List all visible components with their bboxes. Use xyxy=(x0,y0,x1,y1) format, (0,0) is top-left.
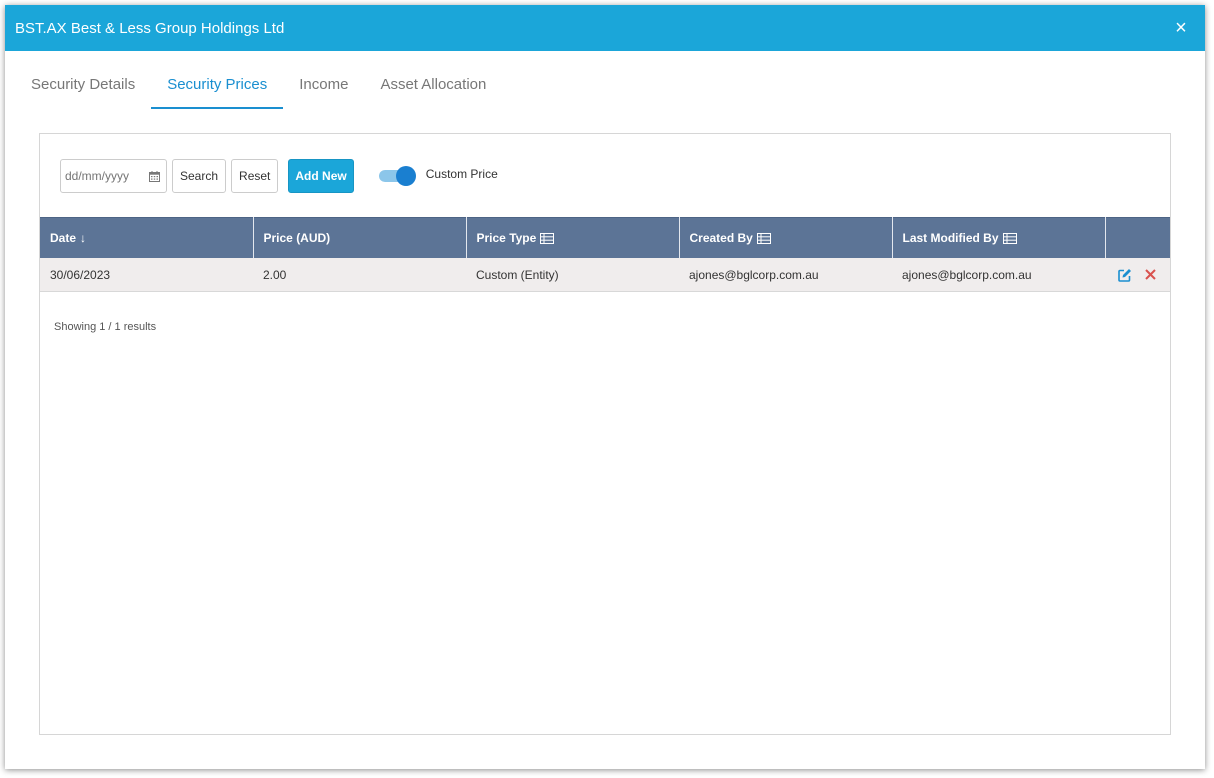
prices-toolbar: Search Reset Add New Custom Price xyxy=(60,159,498,193)
close-icon[interactable]: × xyxy=(1171,18,1191,38)
dialog-title: BST.AX Best & Less Group Holdings Ltd xyxy=(15,19,285,37)
prices-table: Date↓ Price (AUD) Price Type Created By xyxy=(40,217,1170,292)
column-label-created-by: Created By xyxy=(689,231,753,245)
tab-security-prices[interactable]: Security Prices xyxy=(151,71,284,109)
column-label-price: Price (AUD) xyxy=(263,231,331,245)
column-header-created-by[interactable]: Created By xyxy=(679,217,893,258)
column-filter-icon[interactable] xyxy=(540,232,555,244)
security-prices-panel: Search Reset Add New Custom Price Date↓ xyxy=(39,133,1171,735)
column-filter-icon[interactable] xyxy=(756,232,771,244)
date-field[interactable] xyxy=(65,169,145,183)
results-count: Showing 1 / 1 results xyxy=(54,321,157,333)
custom-price-toggle[interactable] xyxy=(378,166,417,186)
tab-income[interactable]: Income xyxy=(283,71,364,109)
column-label-price-type: Price Type xyxy=(476,231,537,245)
toggle-knob xyxy=(395,166,416,186)
date-filter[interactable] xyxy=(60,159,167,193)
cell-price: 2.00 xyxy=(253,258,466,292)
search-button[interactable]: Search xyxy=(172,159,227,193)
column-header-date[interactable]: Date ↓ xyxy=(40,217,254,258)
add-new-button[interactable]: Add New xyxy=(288,159,354,193)
column-label-last-modified-by: Last Modified By xyxy=(902,231,999,245)
table-header-row: Date↓ Price (AUD) Price Type Created By xyxy=(40,217,1170,258)
cell-last-modified-by: ajones@bglcorp.com.au xyxy=(892,258,1105,292)
cell-price-type: Custom (Entity) xyxy=(466,258,679,292)
security-dialog: BST.AX Best & Less Group Holdings Ltd × … xyxy=(5,5,1205,769)
column-header-actions xyxy=(1105,217,1170,258)
column-filter-icon[interactable] xyxy=(1002,232,1017,244)
calendar-icon[interactable] xyxy=(149,170,160,182)
custom-price-label: Custom Price xyxy=(425,166,498,181)
cell-actions xyxy=(1105,258,1170,292)
cell-created-by: ajones@bglcorp.com.au xyxy=(679,258,892,292)
sort-desc-icon[interactable]: ↓ xyxy=(80,231,86,245)
cell-date: 30/06/2023 xyxy=(40,258,253,292)
column-header-price-type[interactable]: Price Type xyxy=(466,217,680,258)
reset-button[interactable]: Reset xyxy=(231,159,279,193)
tab-asset-allocation[interactable]: Asset Allocation xyxy=(364,71,502,109)
tab-bar: Security Details Security Prices Income … xyxy=(15,71,502,109)
dialog-titlebar: BST.AX Best & Less Group Holdings Ltd × xyxy=(5,5,1205,51)
edit-icon[interactable] xyxy=(1117,268,1132,282)
column-label-date: Date xyxy=(50,231,77,245)
column-header-last-modified-by[interactable]: Last Modified By xyxy=(892,217,1106,258)
column-header-price[interactable]: Price (AUD) xyxy=(253,217,467,258)
tab-security-details[interactable]: Security Details xyxy=(15,71,151,109)
delete-icon[interactable] xyxy=(1145,269,1156,281)
table-row[interactable]: 30/06/2023 2.00 Custom (Entity) ajones@b… xyxy=(40,258,1170,292)
